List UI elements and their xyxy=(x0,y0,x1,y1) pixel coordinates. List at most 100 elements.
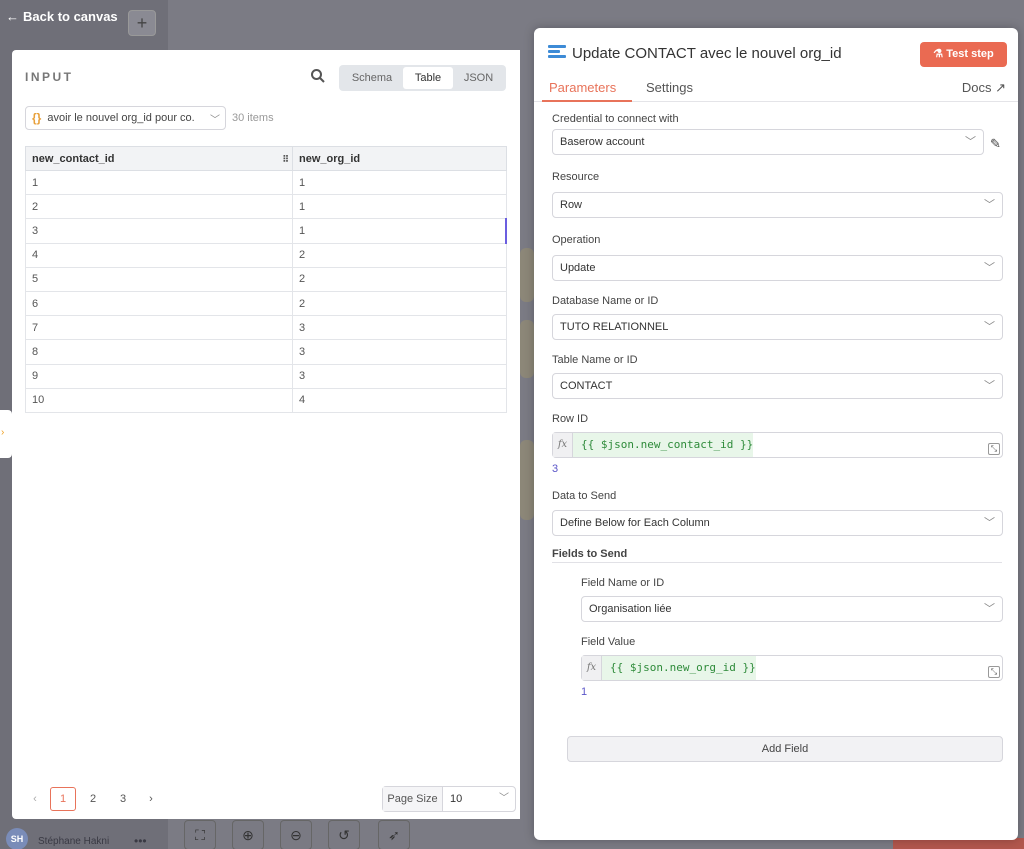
table-cell[interactable]: 2 xyxy=(292,266,507,292)
user-name: Stéphane Hakni xyxy=(38,836,110,847)
field-name-select[interactable]: Organisation liée ﹀ xyxy=(581,596,1003,622)
fit-view-icon[interactable]: ⛶ xyxy=(184,820,216,849)
table-cell[interactable]: 1 xyxy=(292,169,507,196)
credential-select[interactable]: Baserow account ﹀ xyxy=(552,129,984,155)
operation-select[interactable]: Update ﹀ xyxy=(552,255,1003,281)
fx-icon: fx xyxy=(553,433,573,457)
table-cell[interactable]: 4 xyxy=(292,387,507,413)
table-row[interactable]: 83 xyxy=(25,339,507,365)
table-row[interactable]: 10 4 xyxy=(25,387,507,413)
table-row[interactable]: 31 xyxy=(25,218,507,244)
table-cell[interactable]: 3 xyxy=(25,218,293,244)
clean-up-icon[interactable]: ➶ xyxy=(378,820,410,849)
table-cell[interactable]: 2 xyxy=(292,290,507,317)
view-schema-button[interactable]: Schema xyxy=(341,67,403,89)
left-panel-handle[interactable]: › xyxy=(0,410,12,458)
chevron-down-icon: ﹀ xyxy=(984,262,995,274)
table-cell[interactable]: 1 xyxy=(292,194,507,220)
zoom-in-icon[interactable]: ⊕ xyxy=(232,820,264,849)
fields-to-send-header: Fields to Send xyxy=(552,548,628,560)
table-select[interactable]: CONTACT ﹀ xyxy=(552,373,1003,399)
chevron-down-icon: ﹀ xyxy=(984,321,995,333)
docs-label: Docs xyxy=(961,80,992,95)
docs-link[interactable]: Docs ↗ xyxy=(962,80,1006,96)
table-row[interactable]: 62 xyxy=(25,290,507,317)
table-row[interactable]: 11 xyxy=(25,169,507,196)
field-value-expression-input[interactable]: fx {{ $json.new_org_id }} ⤡ xyxy=(581,655,1003,681)
tab-settings[interactable]: Settings xyxy=(646,80,693,95)
node-title[interactable]: Update CONTACT avec le nouvel org_id xyxy=(572,45,842,62)
field-name-value: Organisation liée xyxy=(589,603,672,615)
database-label: Database Name or ID xyxy=(552,295,659,307)
table-cell[interactable]: 10 xyxy=(25,387,293,413)
table-cell[interactable]: 3 xyxy=(292,363,507,389)
row-id-label: Row ID xyxy=(552,413,589,425)
input-node-select[interactable]: {} avoir le nouvel org_id pour co. ﹀ xyxy=(25,106,226,130)
back-to-canvas-label: Back to canvas xyxy=(23,9,118,24)
field-value-expression: {{ $json.new_org_id }} xyxy=(602,656,756,680)
row-id-expression: {{ $json.new_contact_id }} xyxy=(573,433,754,457)
page-size-select[interactable]: Page Size 10 ﹀ xyxy=(382,786,516,812)
drag-handle-icon[interactable]: ⠿ xyxy=(282,154,289,165)
field-name-label: Field Name or ID xyxy=(581,577,665,589)
database-value: TUTO RELATIONNEL xyxy=(560,321,669,333)
table-row[interactable]: 42 xyxy=(25,242,507,268)
avatar[interactable]: SH xyxy=(6,828,28,849)
view-json-button[interactable]: JSON xyxy=(453,67,504,89)
table-row[interactable]: 52 xyxy=(25,266,507,292)
divider xyxy=(552,562,1002,563)
table-cell[interactable]: 4 xyxy=(25,242,293,268)
back-to-canvas-link[interactable]: ← Back to canvas xyxy=(6,9,118,24)
table-cell[interactable]: 3 xyxy=(292,315,507,341)
table-cell[interactable]: 2 xyxy=(292,242,507,268)
table-cell[interactable]: 1 xyxy=(292,218,507,244)
input-title: INPUT xyxy=(25,70,74,84)
table-row[interactable]: 21 xyxy=(25,194,507,220)
table-cell[interactable]: 3 xyxy=(292,339,507,365)
expand-icon[interactable]: ⤡ xyxy=(988,443,1000,455)
fx-icon: fx xyxy=(582,656,602,680)
resource-label: Resource xyxy=(552,171,600,183)
data-to-send-select[interactable]: Define Below for Each Column ﹀ xyxy=(552,510,1003,536)
add-node-icon[interactable]: + xyxy=(128,10,156,36)
column-header[interactable]: new_contact_id ⠿ xyxy=(25,146,293,171)
table-cell[interactable]: 1 xyxy=(25,169,293,196)
view-toggle: Schema Table JSON xyxy=(339,65,506,91)
add-field-button[interactable]: Add Field xyxy=(567,736,1003,762)
next-page-icon[interactable]: › xyxy=(140,793,162,805)
table-cell[interactable]: 7 xyxy=(25,315,293,341)
resource-select[interactable]: Row ﹀ xyxy=(552,192,1003,218)
page-size-label: Page Size xyxy=(383,787,443,811)
table-cell[interactable]: 9 xyxy=(25,363,293,389)
table-row[interactable]: 93 xyxy=(25,363,507,389)
expand-icon[interactable]: ⤡ xyxy=(988,666,1000,678)
test-step-label: Test step xyxy=(946,48,994,60)
page-button[interactable]: 1 xyxy=(50,787,76,811)
view-table-button[interactable]: Table xyxy=(403,67,453,89)
table-cell[interactable]: 2 xyxy=(25,194,293,220)
search-icon[interactable] xyxy=(310,68,326,84)
table-row[interactable]: 73 xyxy=(25,315,507,341)
undo-icon[interactable]: ↺ xyxy=(328,820,360,849)
page-size-value-text: 10 xyxy=(450,793,463,805)
test-step-button[interactable]: ⚗ Test step xyxy=(920,42,1007,67)
external-link-icon: ↗ xyxy=(995,80,1006,95)
database-select[interactable]: TUTO RELATIONNEL ﹀ xyxy=(552,314,1003,340)
more-options-icon[interactable]: ••• xyxy=(134,834,147,848)
table-cell[interactable]: 8 xyxy=(25,339,293,365)
page-button[interactable]: 2 xyxy=(80,787,106,811)
field-value-result: 1 xyxy=(581,686,588,698)
prev-page-icon[interactable]: ‹ xyxy=(24,793,46,805)
page-button[interactable]: 3 xyxy=(110,787,136,811)
table-cell[interactable]: 5 xyxy=(25,266,293,292)
row-id-expression-input[interactable]: fx {{ $json.new_contact_id }} ⤡ xyxy=(552,432,1003,458)
credential-label: Credential to connect with xyxy=(552,113,679,125)
column-header[interactable]: new_org_id xyxy=(292,146,507,171)
chevron-down-icon: ﹀ xyxy=(210,115,220,126)
page-size-value: 10 ﹀ xyxy=(443,787,515,811)
active-tab-indicator xyxy=(542,100,632,102)
table-cell[interactable]: 6 xyxy=(25,290,293,317)
edit-pencil-icon[interactable]: ✎ xyxy=(990,136,1001,152)
tab-parameters[interactable]: Parameters xyxy=(549,80,616,95)
zoom-out-icon[interactable]: ⊖ xyxy=(280,820,312,849)
